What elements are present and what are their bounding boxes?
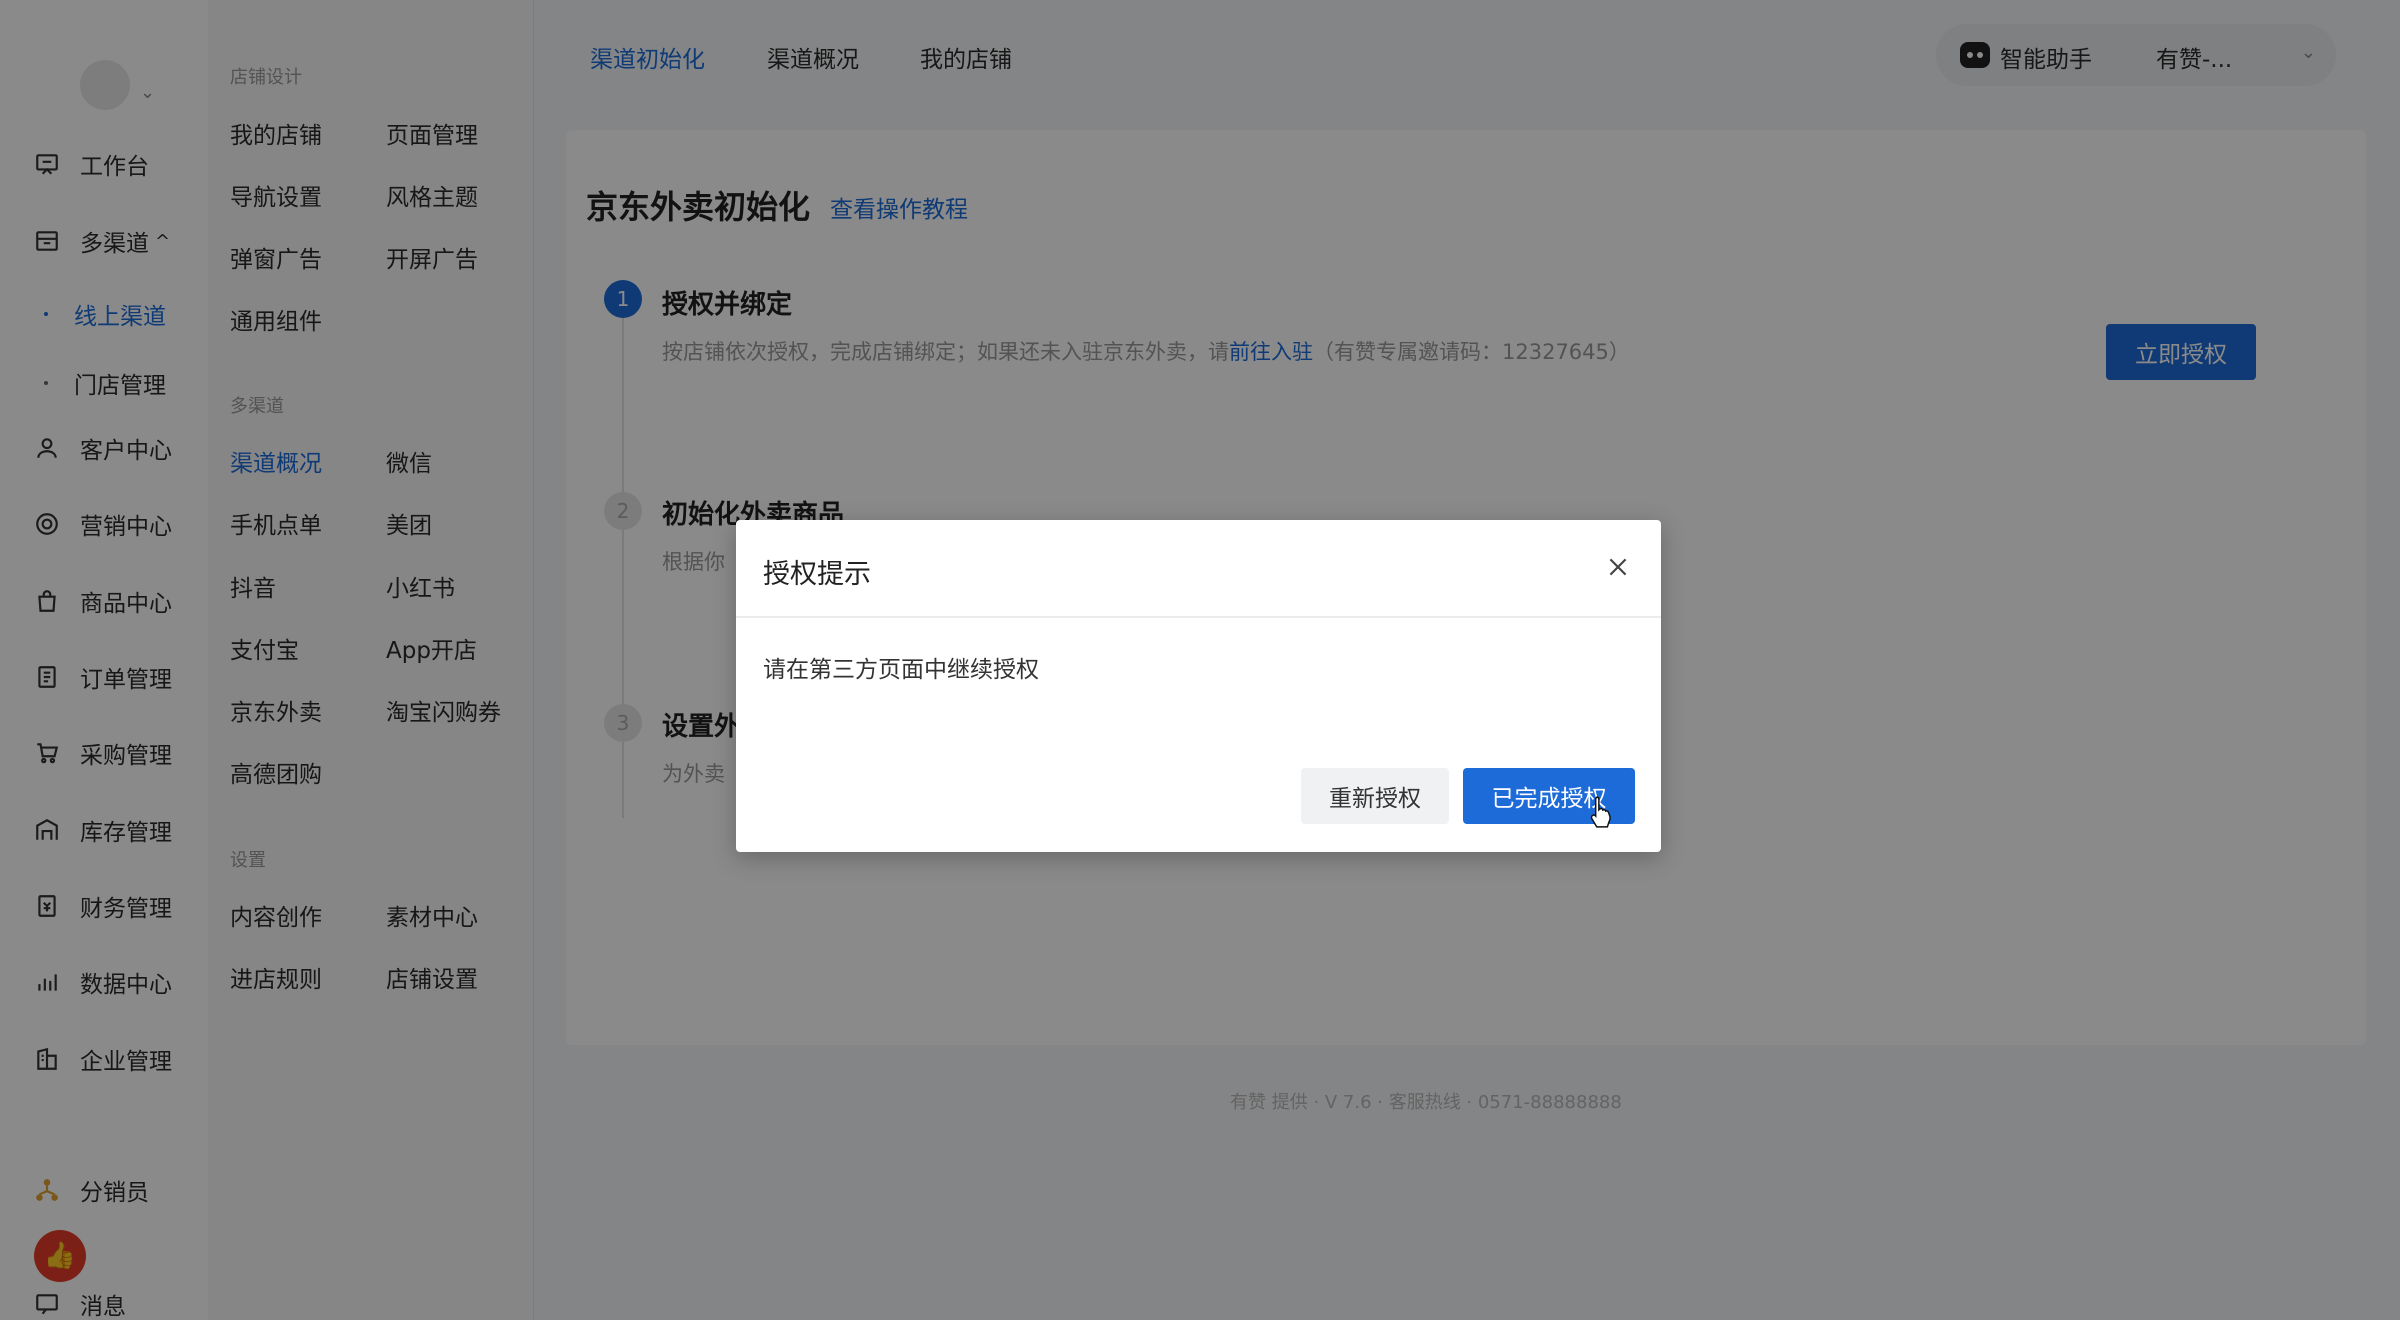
- close-icon[interactable]: [1605, 554, 1631, 580]
- dialog-message: 请在第三方页面中继续授权: [763, 657, 1039, 683]
- reauthorize-button[interactable]: 重新授权: [1301, 768, 1449, 824]
- authorization-dialog: 授权提示 请在第三方页面中继续授权 重新授权 已完成授权: [736, 520, 1661, 852]
- dialog-divider: [736, 616, 1661, 618]
- hand-cursor-icon: [1590, 796, 1611, 828]
- dialog-title: 授权提示: [763, 559, 871, 590]
